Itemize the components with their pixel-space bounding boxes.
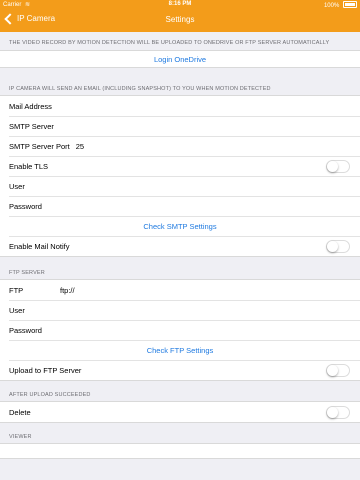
smtp-port-value[interactable]: 25 (76, 142, 84, 151)
ftp-address-input[interactable]: ftp:// (60, 286, 75, 295)
email-section-header: IP CAMERA WILL SEND AN EMAIL (INCLUDING … (9, 86, 271, 92)
navigation-bar: IP Camera Settings (0, 10, 360, 32)
upload-to-ftp-row: Upload to FTP Server (0, 360, 360, 380)
enable-mail-notify-label: Enable Mail Notify (9, 241, 70, 251)
ftp-section-header: FTP SERVER (9, 270, 45, 276)
enable-tls-row: Enable TLS (0, 156, 360, 176)
after-upload-group: Delete (0, 401, 360, 423)
battery-percent: 100% (323, 3, 340, 9)
check-ftp-settings-button[interactable]: Check FTP Settings (0, 340, 360, 360)
viewer-row[interactable] (0, 444, 360, 458)
onedrive-section-header: THE VIDEO RECORD BY MOTION DETECTION WIL… (9, 40, 330, 46)
delete-label: Delete (9, 407, 31, 417)
after-upload-section-header: AFTER UPLOAD SUCCEEDED (9, 392, 91, 398)
settings-list: THE VIDEO RECORD BY MOTION DETECTION WIL… (0, 32, 360, 459)
email-group: Mail Address SMTP Server SMTP Server Por… (0, 95, 360, 257)
status-time: 8:16 PM (168, 1, 192, 7)
mail-address-label: Mail Address (9, 101, 52, 111)
mail-address-field[interactable]: Mail Address (0, 96, 360, 116)
smtp-port-field[interactable]: SMTP Server Port 25 (0, 136, 360, 156)
upload-to-ftp-label: Upload to FTP Server (9, 365, 82, 375)
ftp-label: FTP (9, 285, 24, 295)
smtp-password-field[interactable]: Password (0, 196, 360, 216)
ftp-address-field[interactable]: FTP ftp:// (0, 280, 360, 300)
enable-tls-toggle[interactable] (326, 160, 350, 173)
ftp-group: FTP ftp:// User Password Check FTP Setti… (0, 279, 360, 381)
smtp-user-label: User (9, 181, 25, 191)
enable-tls-label: Enable TLS (9, 161, 49, 171)
smtp-user-field[interactable]: User (0, 176, 360, 196)
viewer-section-header: VIEWER (9, 434, 32, 440)
enable-mail-notify-row: Enable Mail Notify (0, 236, 360, 256)
viewer-group (0, 443, 360, 459)
enable-mail-notify-toggle[interactable] (326, 240, 350, 253)
login-onedrive-button[interactable]: Login OneDrive (0, 51, 360, 67)
check-smtp-settings-button[interactable]: Check SMTP Settings (0, 216, 360, 236)
onedrive-group: Login OneDrive (0, 50, 360, 68)
smtp-server-label: SMTP Server (9, 121, 54, 131)
status-bar: Carrier ≋ 8:16 PM 100% (0, 0, 360, 10)
ftp-user-field[interactable]: User (0, 300, 360, 320)
battery-icon (343, 1, 357, 8)
delete-row: Delete (0, 402, 360, 422)
ftp-password-field[interactable]: Password (0, 320, 360, 340)
upload-to-ftp-toggle[interactable] (326, 364, 350, 377)
smtp-server-field[interactable]: SMTP Server (0, 116, 360, 136)
ftp-user-label: User (9, 305, 25, 315)
ftp-password-label: Password (9, 325, 42, 335)
page-title: Settings (165, 15, 195, 24)
smtp-password-label: Password (9, 201, 42, 211)
smtp-port-label: SMTP Server Port (9, 141, 70, 151)
delete-toggle[interactable] (326, 406, 350, 419)
